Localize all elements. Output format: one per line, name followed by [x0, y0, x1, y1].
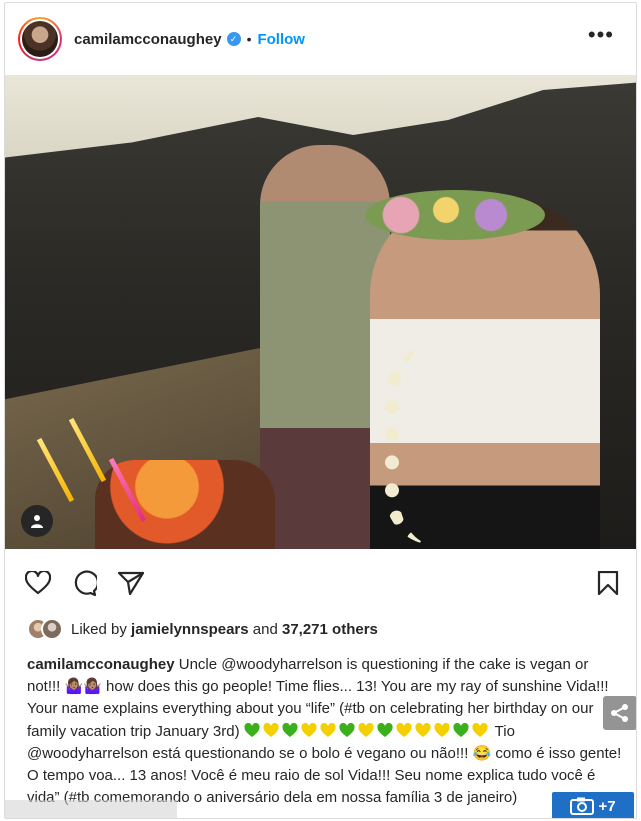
- share-icon: [611, 704, 628, 722]
- heart-emoji-icon: [282, 722, 298, 737]
- heart-emoji-icon: [263, 722, 279, 737]
- username-link[interactable]: camilamcconaughey: [74, 31, 222, 48]
- instagram-post: camilamcconaughey ✓ • Follow ••• Liked b…: [4, 2, 637, 819]
- comment-icon: [74, 570, 97, 596]
- likes-middle: and: [252, 620, 278, 638]
- post-photo[interactable]: [5, 75, 636, 549]
- heart-emoji-icon: [358, 722, 374, 737]
- gallery-count: +7: [598, 797, 616, 815]
- likes-prefix: Liked by: [71, 620, 127, 638]
- action-bar: [5, 568, 636, 604]
- send-icon: [118, 571, 144, 595]
- heart-emoji-icon: [301, 722, 317, 737]
- heart-emoji-icon: [244, 722, 260, 737]
- heart-emoji-icon: [320, 722, 336, 737]
- verified-badge-icon: ✓: [226, 32, 241, 46]
- separator-dot: •: [246, 31, 252, 47]
- flower-lei: [385, 345, 485, 545]
- post-header: camilamcconaughey ✓ • Follow •••: [5, 3, 636, 75]
- follow-button[interactable]: Follow: [257, 31, 305, 48]
- avatar-image: [22, 21, 58, 57]
- overlay-fade-strip: [5, 800, 177, 818]
- heart-emoji-icon: [415, 722, 431, 737]
- heart-emoji-icon: [377, 722, 393, 737]
- more-options-icon[interactable]: •••: [588, 24, 614, 46]
- save-button[interactable]: [593, 568, 623, 598]
- share-button[interactable]: [116, 568, 146, 598]
- tagged-users-button[interactable]: [21, 505, 53, 537]
- gallery-button[interactable]: +7: [552, 792, 634, 818]
- liker-username-link[interactable]: jamielynnspears: [131, 621, 249, 638]
- likes-text: Liked by jamielynnspears and 37,271 othe…: [71, 621, 378, 638]
- heart-emoji-row: [244, 722, 491, 740]
- post-caption: camilamcconaughey Uncle @woodyharrelson …: [27, 654, 623, 809]
- heart-emoji-icon: [472, 722, 488, 737]
- overlay-share-button[interactable]: [603, 696, 636, 730]
- camera-icon: [570, 797, 595, 815]
- flower-crown: [365, 190, 545, 240]
- avatar-border: [20, 19, 60, 59]
- likes-count-link[interactable]: 37,271 others: [282, 621, 378, 638]
- caption-username-link[interactable]: camilamcconaughey: [27, 656, 175, 673]
- heart-emoji-icon: [339, 722, 355, 737]
- avatar[interactable]: [18, 17, 62, 61]
- like-button[interactable]: [23, 568, 53, 598]
- heart-emoji-icon: [453, 722, 469, 737]
- bookmark-icon: [597, 571, 619, 595]
- heart-icon: [25, 571, 51, 595]
- user-icon: [31, 515, 43, 528]
- heart-emoji-icon: [396, 722, 412, 737]
- likes-summary: Liked by jamielynnspears and 37,271 othe…: [27, 618, 378, 640]
- comment-button[interactable]: [69, 568, 99, 598]
- heart-emoji-icon: [434, 722, 450, 737]
- liker-avatar[interactable]: [41, 618, 63, 640]
